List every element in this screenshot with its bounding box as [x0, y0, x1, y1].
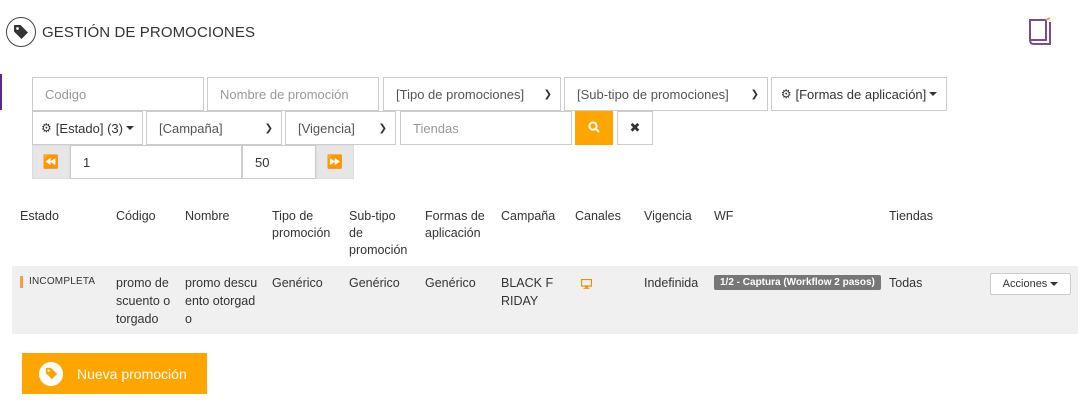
- tipo-select[interactable]: [Tipo de promociones] ❯: [383, 77, 561, 111]
- cell-vigencia: Indefinida: [644, 276, 699, 290]
- chevron-down-icon: ❯: [378, 122, 387, 134]
- col-tiendas: Tiendas: [889, 209, 934, 223]
- monitor-icon: [580, 277, 593, 292]
- chevron-down-icon: ❯: [750, 88, 759, 100]
- codigo-input[interactable]: Codigo: [32, 77, 204, 111]
- left-accent-bar: [0, 74, 2, 110]
- caret-down-icon: [1050, 282, 1059, 286]
- col-canales: Canales: [575, 209, 621, 223]
- col-nombre: Nombre: [185, 209, 230, 223]
- col-campana: Campaña: [501, 209, 556, 223]
- close-icon: ✖: [629, 120, 641, 135]
- page-size-input[interactable]: 50: [242, 145, 316, 179]
- search-icon: [588, 120, 600, 136]
- cell-subtipo: Genérico: [349, 276, 400, 290]
- cell-tiendas: Todas: [889, 276, 923, 290]
- campana-select[interactable]: [Campaña] ❯: [146, 111, 282, 145]
- caret-down-icon: [929, 92, 938, 96]
- col-codigo: Código: [116, 209, 156, 223]
- col-wf: WF: [714, 209, 734, 223]
- new-promotion-button[interactable]: Nueva promoción: [22, 353, 207, 394]
- col-vigencia: Vigencia: [644, 209, 692, 223]
- prev-page-button[interactable]: ⏪: [32, 145, 70, 179]
- tag-icon: [6, 17, 36, 47]
- page-header: GESTIÓN DE PROMOCIONES: [6, 16, 255, 48]
- next-page-button[interactable]: ⏩: [316, 145, 354, 179]
- col-tipo: Tipo de promoción: [272, 209, 331, 240]
- vigencia-select[interactable]: [Vigencia] ❯: [285, 111, 396, 145]
- chevron-down-icon: ❯: [543, 88, 552, 100]
- col-subtipo: Sub-tipo de promoción: [349, 209, 408, 257]
- gear-icon: ⚙: [780, 87, 792, 101]
- col-estado: Estado: [20, 209, 59, 223]
- chevron-down-icon: ❯: [264, 122, 273, 134]
- cell-campana: BLACK F RIDAY: [501, 276, 554, 308]
- estado-dropdown[interactable]: ⚙ [Estado] (3): [32, 111, 143, 145]
- cell-tipo: Genérico: [272, 276, 323, 290]
- clear-button[interactable]: ✖: [617, 111, 653, 145]
- gear-icon: ⚙: [41, 121, 52, 135]
- cell-codigo: promo de scuento o torgado: [116, 276, 171, 326]
- forward-icon: ⏩: [326, 154, 344, 169]
- search-button[interactable]: [575, 111, 613, 145]
- caret-down-icon: [125, 126, 134, 130]
- tiendas-input[interactable]: Tiendas: [400, 111, 572, 145]
- table-row[interactable]: INCOMPLETA promo de scuento o torgado prom…: [12, 266, 1078, 334]
- page-number-input[interactable]: 1: [70, 145, 242, 179]
- cell-formas: Genérico: [425, 276, 476, 290]
- status-badge: INCOMPLETA: [20, 276, 95, 288]
- wf-badge: 1/2 - Captura (Workflow 2 pasos): [714, 275, 881, 290]
- book-icon[interactable]: [1026, 16, 1054, 46]
- col-formas: Formas de aplicación: [425, 209, 485, 240]
- backward-icon: ⏪: [42, 154, 60, 169]
- tag-icon: [39, 361, 63, 386]
- cell-nombre: promo descu ento otorgad o: [185, 276, 258, 326]
- actions-button[interactable]: Acciones: [990, 273, 1071, 295]
- page-title: GESTIÓN DE PROMOCIONES: [42, 23, 256, 41]
- formas-dropdown[interactable]: ⚙ [Formas de aplicación]: [771, 77, 947, 111]
- nombre-input[interactable]: Nombre de promoción: [207, 77, 379, 111]
- subtipo-select[interactable]: [Sub-tipo de promociones] ❯: [564, 77, 768, 111]
